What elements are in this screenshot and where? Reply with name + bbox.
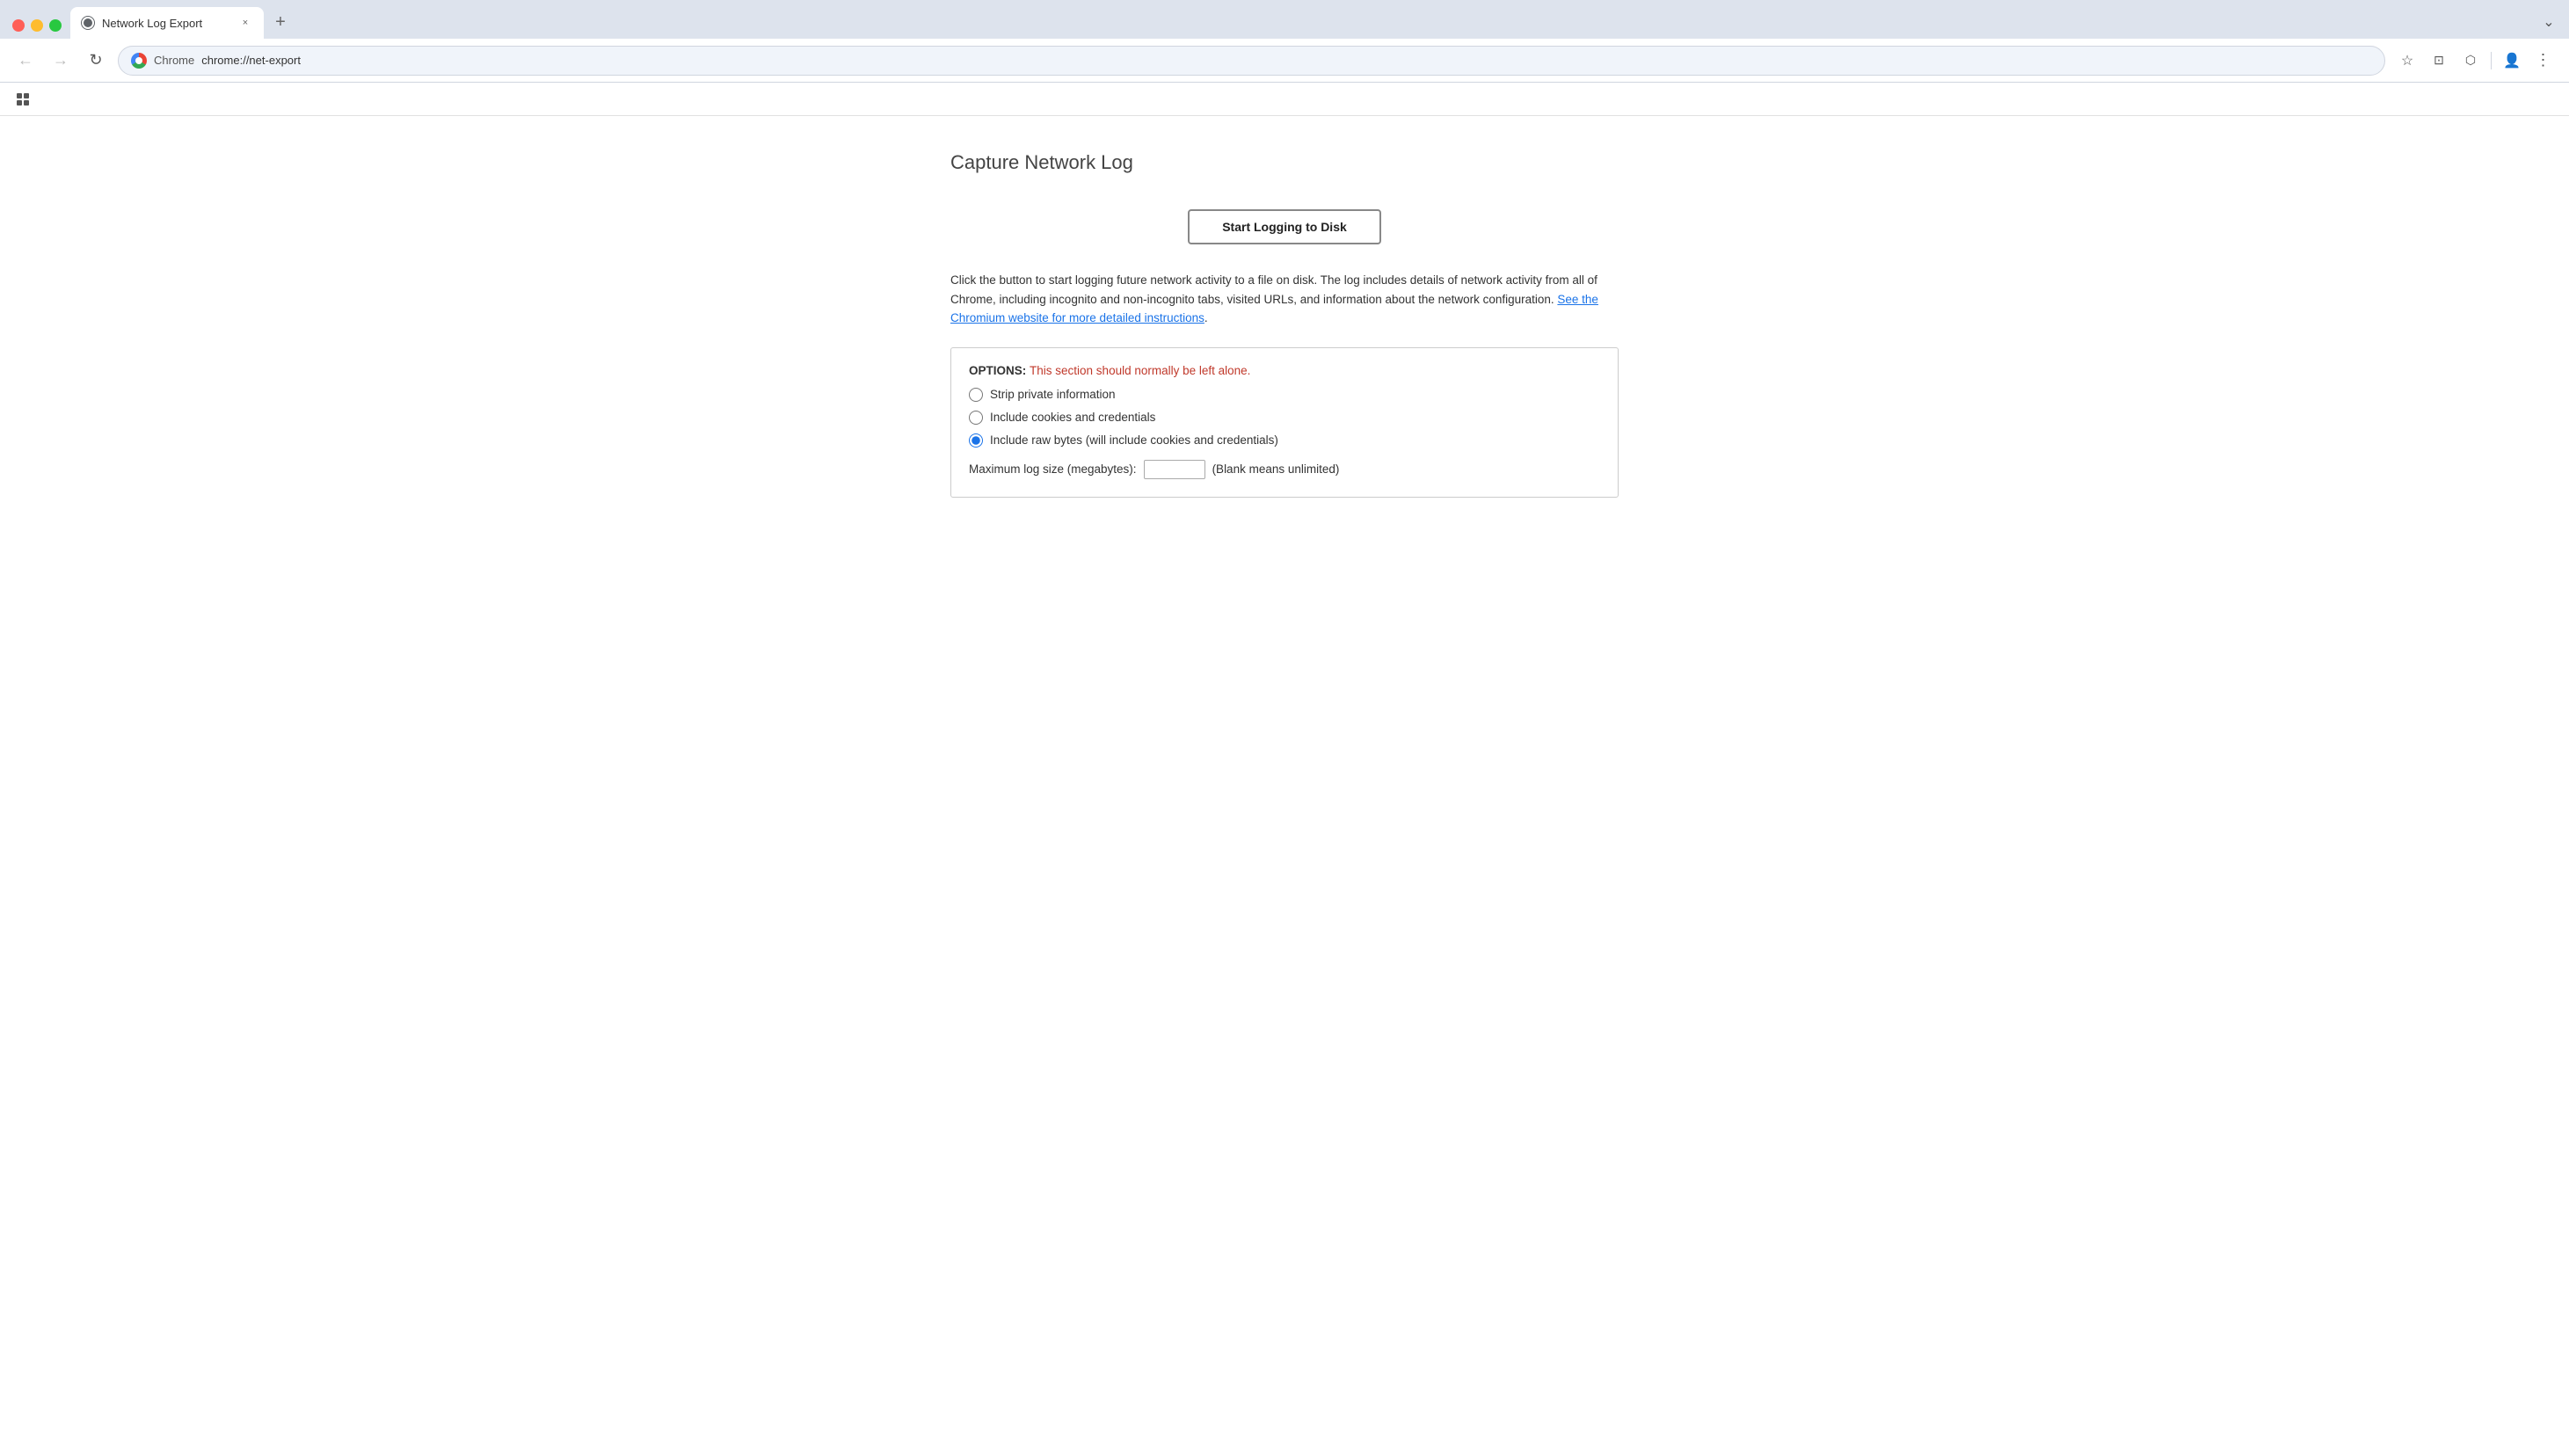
max-size-label: Maximum log size (megabytes): (969, 462, 1137, 476)
max-size-input[interactable] (1144, 460, 1205, 479)
apps-grid-button[interactable] (12, 89, 33, 110)
window-controls (7, 19, 70, 39)
forward-icon: → (53, 51, 69, 69)
toolbar-separator (2491, 52, 2492, 69)
page-content: Capture Network Log Start Logging to Dis… (0, 116, 2569, 1456)
url-chrome-label: Chrome (154, 54, 194, 67)
close-window-button[interactable] (12, 19, 25, 32)
chrome-logo-icon (131, 53, 147, 69)
account-icon: 👤 (2503, 52, 2521, 69)
max-size-row: Maximum log size (megabytes): (Blank mea… (969, 460, 1600, 479)
tab-bar: Network Log Export × + ⌄ (0, 0, 2569, 39)
radio-include-cookies[interactable]: Include cookies and credentials (969, 411, 1600, 425)
radio-include-rawbytes[interactable]: Include raw bytes (will include cookies … (969, 433, 1600, 448)
refresh-icon: ↻ (89, 51, 102, 69)
description-body: Click the button to start logging future… (950, 273, 1597, 306)
address-bar: ← → ↻ Chrome chrome://net-export ☆ ⊡ ⬡ (0, 39, 2569, 83)
maximize-window-button[interactable] (49, 19, 62, 32)
tab-title-label: Network Log Export (102, 17, 230, 30)
options-label: OPTIONS: This section should normally be… (969, 364, 1600, 377)
back-icon: ← (18, 51, 33, 69)
menu-button[interactable]: ⋮ (2530, 47, 2557, 74)
tab-close-button[interactable]: × (237, 15, 253, 31)
radio-strip-private-label: Strip private information (990, 388, 1116, 401)
new-tab-button[interactable]: + (267, 9, 294, 35)
back-button[interactable]: ← (12, 47, 39, 74)
refresh-button[interactable]: ↻ (83, 47, 109, 74)
radio-group: Strip private information Include cookie… (969, 388, 1600, 448)
description-suffix: . (1204, 311, 1208, 324)
start-button-wrapper: Start Logging to Disk (950, 209, 1619, 244)
page-heading: Capture Network Log (950, 151, 1619, 174)
bookmark-star-button[interactable]: ☆ (2394, 47, 2420, 74)
forward-button[interactable]: → (47, 47, 74, 74)
account-button[interactable]: 👤 (2499, 47, 2525, 74)
radio-include-rawbytes-input[interactable] (969, 433, 983, 448)
radio-strip-private[interactable]: Strip private information (969, 388, 1600, 402)
tab-favicon (81, 16, 95, 30)
radio-include-cookies-input[interactable] (969, 411, 983, 425)
url-bar[interactable]: Chrome chrome://net-export (118, 46, 2385, 76)
puzzle-icon: ⬡ (2465, 53, 2476, 68)
active-tab[interactable]: Network Log Export × (70, 7, 264, 39)
options-box: OPTIONS: This section should normally be… (950, 347, 1619, 498)
cast-button[interactable]: ⊡ (2426, 47, 2452, 74)
grid-icon (17, 93, 29, 106)
url-text: chrome://net-export (201, 54, 301, 67)
radio-include-cookies-label: Include cookies and credentials (990, 411, 1155, 424)
radio-strip-private-input[interactable] (969, 388, 983, 402)
max-size-hint: (Blank means unlimited) (1212, 462, 1340, 476)
cast-icon: ⊡ (2434, 53, 2444, 68)
content-wrapper: Capture Network Log Start Logging to Dis… (950, 151, 1619, 498)
browser-frame: Network Log Export × + ⌄ ← → ↻ Chrome ch… (0, 0, 2569, 1456)
toolbar-right: ☆ ⊡ ⬡ 👤 ⋮ (2394, 47, 2557, 74)
options-warning: This section should normally be left alo… (1030, 364, 1250, 377)
start-logging-button[interactable]: Start Logging to Disk (1188, 209, 1381, 244)
radio-include-rawbytes-label: Include raw bytes (will include cookies … (990, 433, 1278, 447)
star-icon: ☆ (2401, 52, 2413, 69)
tab-dropdown-button[interactable]: ⌄ (2536, 9, 2562, 35)
menu-icon: ⋮ (2536, 51, 2552, 69)
minimize-window-button[interactable] (31, 19, 43, 32)
extensions-button[interactable]: ⬡ (2457, 47, 2484, 74)
bookmark-bar (0, 83, 2569, 116)
description-text: Click the button to start logging future… (950, 271, 1619, 328)
